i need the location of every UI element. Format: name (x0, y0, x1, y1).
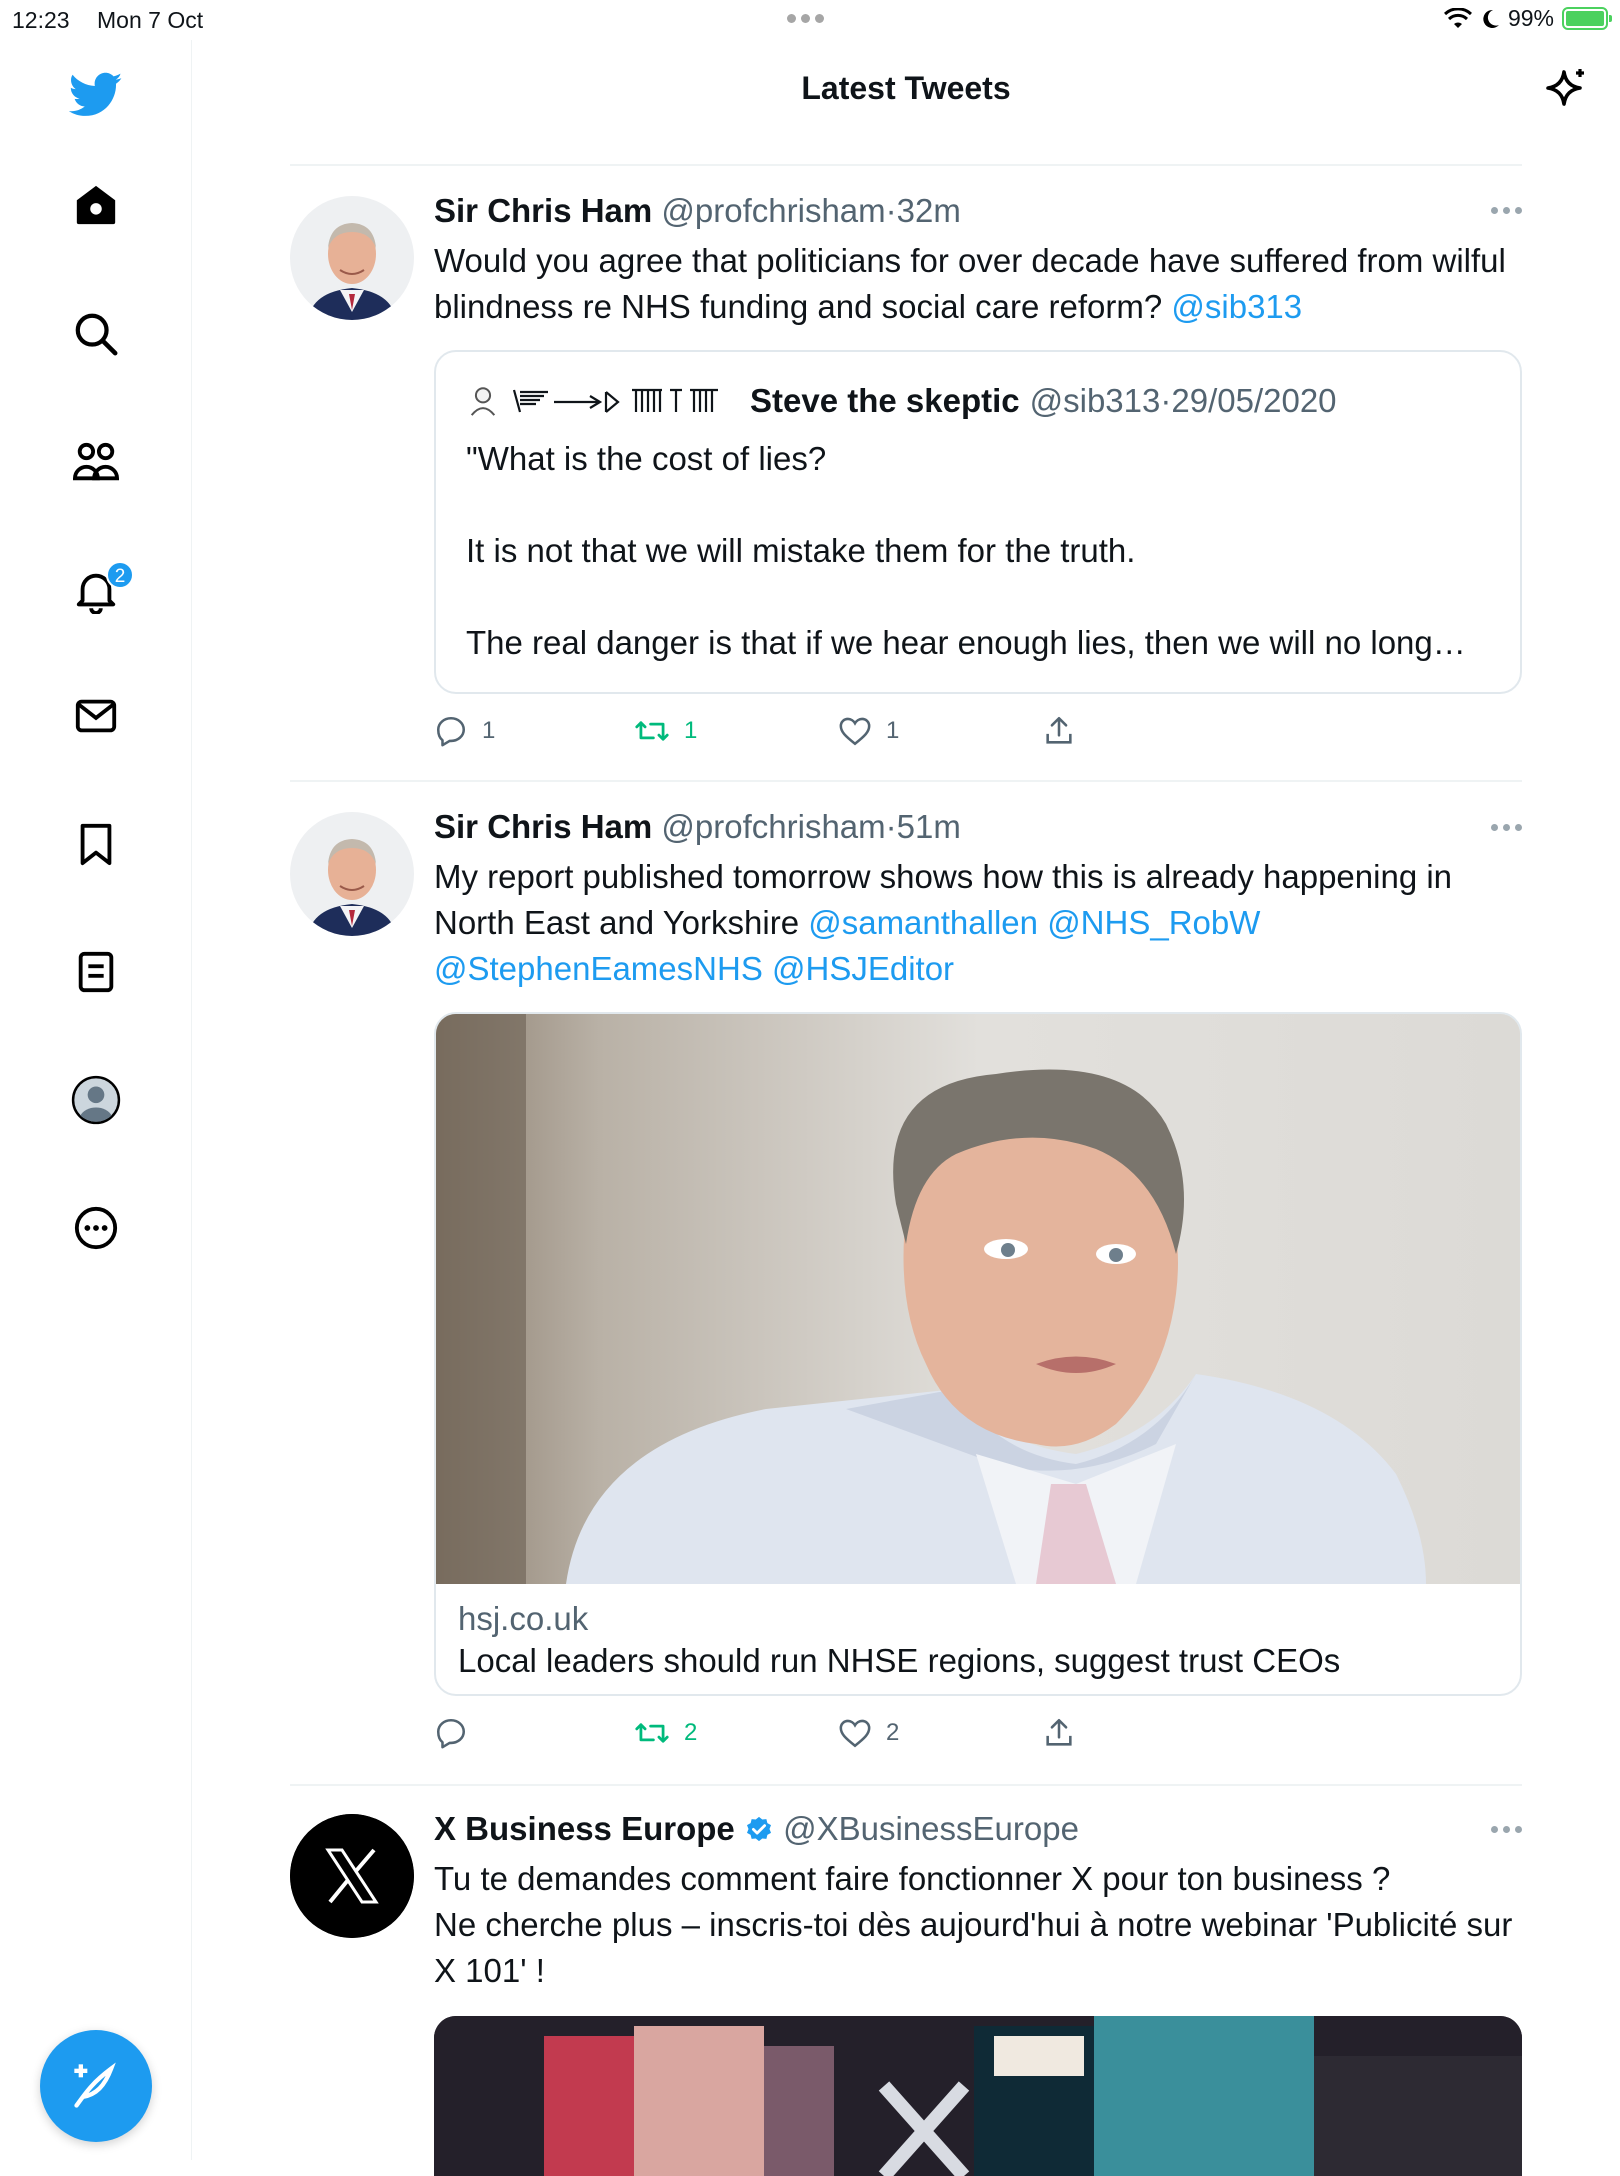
tweet-time[interactable]: 32m (897, 192, 961, 229)
tweet-more-icon[interactable] (1491, 207, 1522, 214)
tweet-author-name[interactable]: X Business Europe (434, 1810, 735, 1847)
battery-icon (1562, 7, 1612, 30)
compose-tweet-button[interactable] (40, 2030, 152, 2142)
share-button[interactable] (1042, 1716, 1076, 1750)
retweet-button[interactable]: 1 (634, 714, 697, 748)
communities-icon[interactable] (66, 433, 126, 493)
tweet-line: Tu te demandes comment faire fonctionner… (434, 1860, 1391, 1897)
heart-icon (839, 717, 871, 746)
reply-button[interactable] (434, 1716, 482, 1750)
like-button[interactable]: 1 (838, 714, 899, 748)
mention-link[interactable]: @HSJEditor (772, 950, 954, 987)
quote-author-avatar-icon (470, 387, 496, 416)
status-date: Mon 7 Oct (97, 7, 204, 33)
mention-link[interactable]: @samanthallen (808, 904, 1038, 941)
quote-text: "What is the cost of lies? It is not tha… (466, 436, 1496, 666)
verified-badge-icon (746, 1816, 771, 1842)
tweet-more-icon[interactable] (1491, 824, 1522, 831)
tweet-author-name[interactable]: Sir Chris Ham (434, 808, 652, 845)
status-time: 12:23 (12, 7, 70, 33)
like-button[interactable]: 2 (838, 1716, 899, 1750)
share-button[interactable] (1042, 714, 1076, 748)
battery-percent: 99% (1507, 5, 1554, 31)
bookmarks-icon[interactable] (66, 814, 126, 874)
reply-count: 1 (482, 717, 496, 744)
like-count: 1 (886, 717, 900, 744)
link-preview-image (436, 1014, 1520, 1584)
messages-envelope-icon[interactable] (66, 686, 126, 746)
x-logo-avatar[interactable] (290, 1814, 414, 1938)
reply-icon (436, 716, 466, 747)
quote-author-name[interactable]: Steve the skeptic (750, 382, 1020, 420)
divider (290, 780, 1522, 782)
retweet-icon (635, 1723, 669, 1743)
wifi-icon (1443, 7, 1472, 28)
heart-icon (839, 1719, 871, 1748)
tweet-author-handle[interactable]: @profchrisham (661, 808, 885, 845)
home-icon[interactable] (66, 175, 126, 235)
promo-media-image[interactable] (434, 2016, 1522, 2176)
share-icon (1046, 716, 1072, 744)
separator-dot: · (885, 808, 897, 845)
tweet-author-name[interactable]: Sir Chris Ham (434, 192, 652, 229)
tweet-text: Tu te demandes comment faire fonctionner… (434, 1856, 1524, 1994)
quoted-tweet[interactable]: Steve the skeptic @sib313·29/05/2020 "Wh… (434, 350, 1522, 694)
tweet-more-icon[interactable] (1491, 1826, 1522, 1833)
mention-link[interactable]: @StephenEamesNHS (434, 950, 763, 987)
tweet-text: My report published tomorrow shows how t… (434, 854, 1524, 992)
separator-dot: · (885, 192, 897, 229)
tweet-actions: 2 2 (434, 1716, 1134, 1756)
share-icon (1046, 1718, 1072, 1746)
card-domain: hsj.co.uk (458, 1600, 589, 1637)
twitter-logo-icon[interactable] (66, 65, 126, 125)
reply-button[interactable]: 1 (434, 714, 495, 748)
status-bar: 12:23 Mon 7 Oct 99% (0, 0, 1620, 40)
divider (290, 164, 1522, 166)
tweet-text: Would you agree that politicians for ove… (434, 238, 1524, 330)
quote-line: The real danger is that if we hear enoug… (466, 624, 1466, 661)
page-title: Latest Tweets (801, 70, 1011, 106)
tweet-body: Would you agree that politicians for ove… (434, 242, 1506, 325)
retweet-count: 1 (684, 717, 698, 744)
moon-icon (1483, 9, 1499, 28)
compose-feather-icon (74, 2062, 116, 2108)
tweet-actions: 1 1 1 (434, 714, 1134, 754)
avatar[interactable] (290, 812, 414, 936)
reply-icon (436, 1718, 466, 1749)
mention-link[interactable]: @NHS_RobW (1047, 904, 1260, 941)
search-icon[interactable] (66, 304, 126, 364)
sidebar: 2 (0, 40, 192, 2160)
link-preview-card[interactable]: hsj.co.uk Local leaders should run NHSE … (434, 1012, 1522, 1696)
decorative-glyphs-icon (512, 388, 718, 413)
tweet-time[interactable]: 51m (897, 808, 961, 845)
tweet-author-handle[interactable]: @XBusinessEurope (783, 1810, 1079, 1847)
notification-badge: 2 (106, 561, 134, 589)
sparkle-icon[interactable] (1542, 66, 1590, 114)
like-count: 2 (886, 1719, 900, 1746)
card-title: Local leaders should run NHSE regions, s… (458, 1642, 1341, 1679)
quote-date: 29/05/2020 (1171, 382, 1337, 419)
quote-author-handle[interactable]: @sib313 (1030, 382, 1161, 419)
tweet-line: Ne cherche plus – inscris-toi dès aujour… (434, 1906, 1513, 1989)
mention-link[interactable]: @sib313 (1171, 288, 1302, 325)
multitasking-dots-icon[interactable] (787, 14, 824, 23)
profile-avatar-icon[interactable] (66, 1070, 126, 1130)
more-options-icon[interactable] (66, 1198, 126, 1258)
retweet-count: 2 (684, 1719, 698, 1746)
divider (290, 1784, 1522, 1786)
avatar[interactable] (290, 196, 414, 320)
tweet-author-handle[interactable]: @profchrisham (661, 192, 885, 229)
lists-icon[interactable] (66, 942, 126, 1002)
quote-line: "What is the cost of lies? (466, 440, 827, 477)
retweet-icon (635, 721, 669, 741)
notifications-bell-icon[interactable]: 2 (66, 561, 134, 621)
retweet-button[interactable]: 2 (634, 1716, 697, 1750)
quote-line: It is not that we will mistake them for … (466, 532, 1136, 569)
